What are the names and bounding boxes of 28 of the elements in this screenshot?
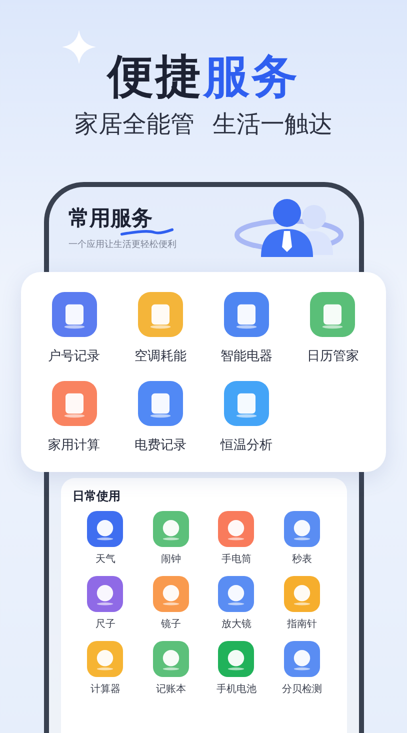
- tool-label: 尺子: [95, 618, 116, 631]
- tool-label: 放大镜: [221, 618, 252, 631]
- service-label: 电费记录: [134, 437, 186, 454]
- tool-label: 手电筒: [221, 552, 252, 566]
- tagline: 生活一触达: [212, 109, 332, 140]
- tool-label: 指南针: [286, 618, 317, 631]
- tool-label: 闹钟: [160, 552, 181, 566]
- tool-label: 手机电池: [216, 682, 256, 696]
- daily-title: 日常使用: [72, 488, 122, 505]
- service-label: 恒温分析: [220, 437, 273, 454]
- tool-label: 秒表: [292, 552, 312, 566]
- section-title: 常用服务: [68, 205, 154, 231]
- underline-swoosh: [118, 227, 174, 236]
- headline: 便捷: [108, 48, 204, 104]
- tool-label: 分贝检测: [282, 682, 322, 696]
- service-label: 智能电器: [220, 348, 273, 365]
- headline-accent: 服务: [204, 48, 300, 104]
- service-label: 户号记录: [48, 348, 100, 365]
- service-label: 家用计算: [48, 437, 100, 454]
- tool-label: 镜子: [160, 618, 181, 631]
- sparkle-icon: [62, 30, 96, 64]
- tagline: 家居全能管: [74, 109, 194, 140]
- tool-label: 计算器: [90, 682, 120, 696]
- section-subtitle: 一个应用让生活更轻松便利: [68, 238, 176, 251]
- tool-label: 天气: [95, 553, 116, 566]
- service-label: 日历管家: [306, 348, 359, 365]
- tool-label: 记账本: [156, 682, 186, 696]
- service-label: 空调耗能: [134, 348, 186, 365]
